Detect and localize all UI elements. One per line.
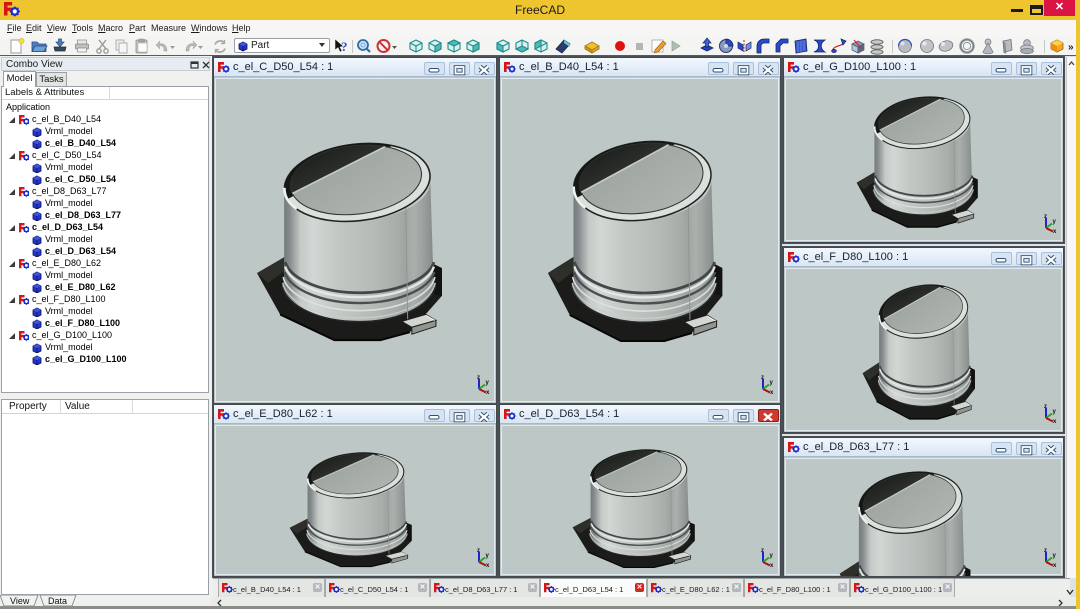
svg-text:»: »: [1068, 42, 1074, 53]
svg-text:?: ?: [341, 39, 348, 54]
svg-text:View: View: [10, 596, 30, 606]
svg-text:Data: Data: [48, 596, 67, 606]
